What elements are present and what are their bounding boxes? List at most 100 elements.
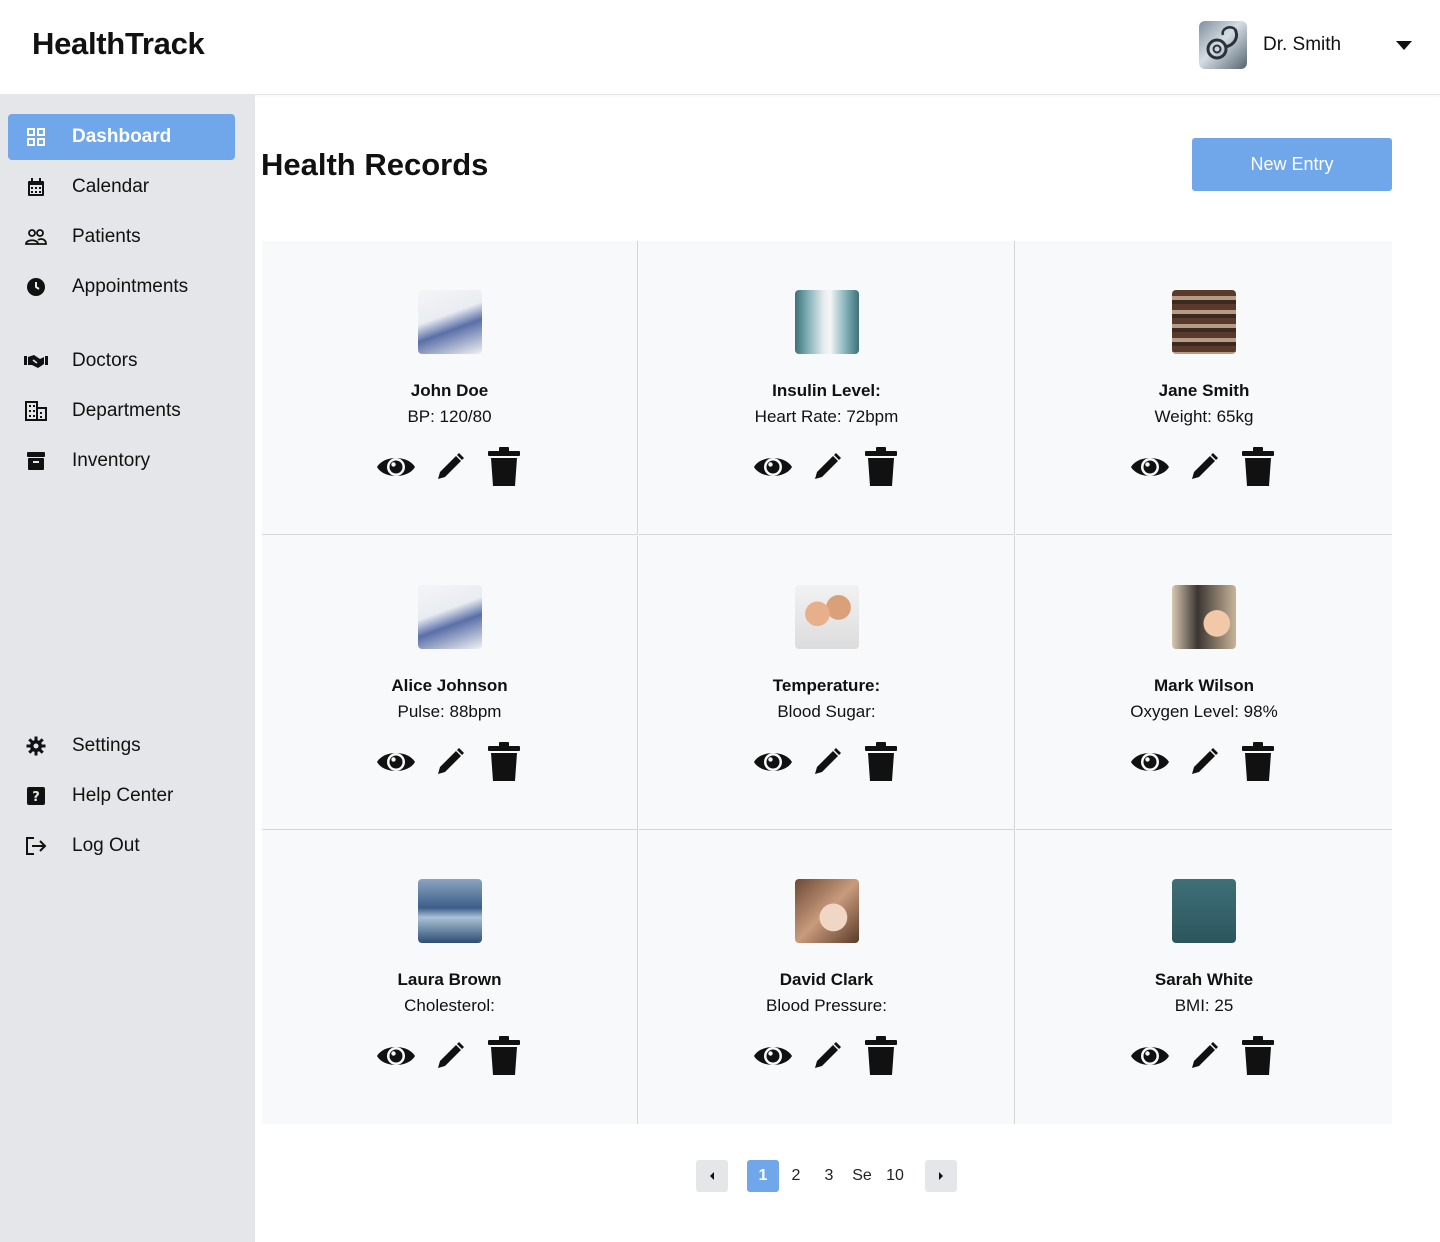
sidebar-item-doctors[interactable]: Doctors bbox=[8, 338, 235, 384]
records-grid: John Doe BP: 120/80 Insulin Level: Heart Ra… bbox=[262, 241, 1392, 1124]
record-metric: Oxygen Level: 98% bbox=[1130, 702, 1278, 721]
chevron-left-icon bbox=[710, 1172, 714, 1180]
edit-pencil-icon[interactable] bbox=[1182, 740, 1226, 784]
page-button[interactable]: 10 bbox=[879, 1160, 911, 1192]
clock-icon bbox=[8, 277, 64, 297]
edit-pencil-icon[interactable] bbox=[805, 445, 849, 489]
record-actions bbox=[374, 1034, 526, 1078]
delete-trash-icon[interactable] bbox=[482, 445, 526, 489]
record-actions bbox=[374, 445, 526, 489]
record-photo bbox=[794, 879, 859, 943]
record-actions bbox=[374, 740, 526, 784]
record-actions bbox=[751, 1034, 903, 1078]
record-card: John Doe BP: 120/80 bbox=[262, 241, 638, 535]
sidebar-item-patients[interactable]: Patients bbox=[8, 214, 235, 260]
record-photo bbox=[1172, 879, 1236, 943]
sidebar-item-label: Patients bbox=[72, 226, 141, 247]
next-page-button[interactable] bbox=[925, 1160, 957, 1192]
record-name: Alice Johnson bbox=[391, 676, 508, 695]
edit-pencil-icon[interactable] bbox=[805, 740, 849, 784]
top-bar: HealthTrack Dr. Smith bbox=[0, 0, 1440, 95]
view-eye-icon[interactable] bbox=[1128, 445, 1172, 489]
user-menu[interactable]: Dr. Smith bbox=[1199, 21, 1341, 69]
page-button[interactable]: 1 bbox=[747, 1160, 779, 1192]
delete-trash-icon[interactable] bbox=[1236, 1034, 1280, 1078]
view-eye-icon[interactable] bbox=[1128, 1034, 1172, 1078]
record-name: Jane Smith bbox=[1158, 381, 1250, 400]
logout-icon bbox=[8, 836, 64, 856]
people-icon bbox=[8, 228, 64, 246]
delete-trash-icon[interactable] bbox=[1236, 445, 1280, 489]
record-photo bbox=[794, 290, 859, 354]
calendar-icon bbox=[8, 177, 64, 197]
sidebar-item-dashboard[interactable]: Dashboard bbox=[8, 114, 235, 160]
sidebar-item-label: Inventory bbox=[72, 450, 151, 471]
sidebar-item-settings[interactable]: Settings bbox=[8, 723, 235, 769]
page-title: Health Records bbox=[261, 147, 489, 182]
sidebar-item-inventory[interactable]: Inventory bbox=[8, 438, 235, 484]
svg-text:?: ? bbox=[32, 790, 40, 805]
record-name: Mark Wilson bbox=[1154, 676, 1254, 695]
app-brand[interactable]: HealthTrack bbox=[32, 26, 205, 62]
record-metric: Cholesterol: bbox=[404, 996, 495, 1015]
edit-pencil-icon[interactable] bbox=[428, 1034, 472, 1078]
record-actions bbox=[1128, 740, 1280, 784]
record-metric: Weight: 65kg bbox=[1154, 407, 1254, 426]
sidebar-item-label: Dashboard bbox=[72, 126, 172, 147]
dashboard-grid-icon bbox=[8, 127, 64, 147]
sidebar-item-label: Doctors bbox=[72, 350, 138, 371]
page-button[interactable]: 2 bbox=[780, 1160, 812, 1192]
delete-trash-icon[interactable] bbox=[482, 740, 526, 784]
delete-trash-icon[interactable] bbox=[859, 1034, 903, 1078]
record-card: Insulin Level: Heart Rate: 72bpm bbox=[639, 241, 1015, 535]
chevron-down-icon[interactable] bbox=[1396, 41, 1412, 50]
view-eye-icon[interactable] bbox=[374, 1034, 418, 1078]
sidebar-item-label: Departments bbox=[72, 400, 181, 421]
record-photo bbox=[417, 290, 482, 354]
edit-pencil-icon[interactable] bbox=[805, 1034, 849, 1078]
handshake-icon bbox=[8, 353, 64, 369]
record-name: Temperature: bbox=[772, 676, 881, 695]
sidebar-item-label: Log Out bbox=[72, 835, 140, 856]
view-eye-icon[interactable] bbox=[751, 445, 795, 489]
delete-trash-icon[interactable] bbox=[1236, 740, 1280, 784]
new-entry-button[interactable]: New Entry bbox=[1192, 138, 1392, 191]
archive-box-icon bbox=[8, 451, 64, 471]
view-eye-icon[interactable] bbox=[374, 445, 418, 489]
view-eye-icon[interactable] bbox=[751, 1034, 795, 1078]
page-button[interactable]: 3 bbox=[813, 1160, 845, 1192]
view-eye-icon[interactable] bbox=[751, 740, 795, 784]
sidebar-item-log-out[interactable]: Log Out bbox=[8, 823, 235, 869]
edit-pencil-icon[interactable] bbox=[1182, 445, 1226, 489]
view-eye-icon[interactable] bbox=[1128, 740, 1172, 784]
sidebar-item-appointments[interactable]: Appointments bbox=[8, 264, 235, 310]
edit-pencil-icon[interactable] bbox=[1182, 1034, 1226, 1078]
user-name: Dr. Smith bbox=[1263, 34, 1342, 55]
record-card: Jane Smith Weight: 65kg bbox=[1016, 241, 1392, 535]
edit-pencil-icon[interactable] bbox=[428, 740, 472, 784]
record-name: Sarah White bbox=[1154, 970, 1254, 989]
sidebar-item-label: Appointments bbox=[72, 276, 189, 297]
previous-page-button[interactable] bbox=[696, 1160, 728, 1192]
record-photo bbox=[794, 585, 859, 649]
delete-trash-icon[interactable] bbox=[859, 445, 903, 489]
record-metric: Heart Rate: 72bpm bbox=[754, 407, 899, 426]
edit-pencil-icon[interactable] bbox=[428, 445, 472, 489]
pagination: 1 2 3 Se 10 bbox=[696, 1160, 957, 1192]
user-avatar[interactable] bbox=[1199, 21, 1247, 69]
building-icon bbox=[8, 401, 64, 421]
record-card: Mark Wilson Oxygen Level: 98% bbox=[1016, 536, 1392, 830]
sidebar-item-departments[interactable]: Departments bbox=[8, 388, 235, 434]
sidebar-item-help-center[interactable]: ? Help Center bbox=[8, 773, 235, 819]
record-photo bbox=[1172, 290, 1236, 354]
help-icon: ? bbox=[8, 787, 64, 805]
record-name: Insulin Level: bbox=[772, 381, 881, 400]
record-photo bbox=[1172, 585, 1236, 649]
delete-trash-icon[interactable] bbox=[859, 740, 903, 784]
record-name: Laura Brown bbox=[397, 970, 502, 989]
page-button[interactable]: Se bbox=[846, 1160, 878, 1192]
record-actions bbox=[1128, 1034, 1280, 1078]
delete-trash-icon[interactable] bbox=[482, 1034, 526, 1078]
view-eye-icon[interactable] bbox=[374, 740, 418, 784]
sidebar-item-calendar[interactable]: Calendar bbox=[8, 164, 235, 210]
